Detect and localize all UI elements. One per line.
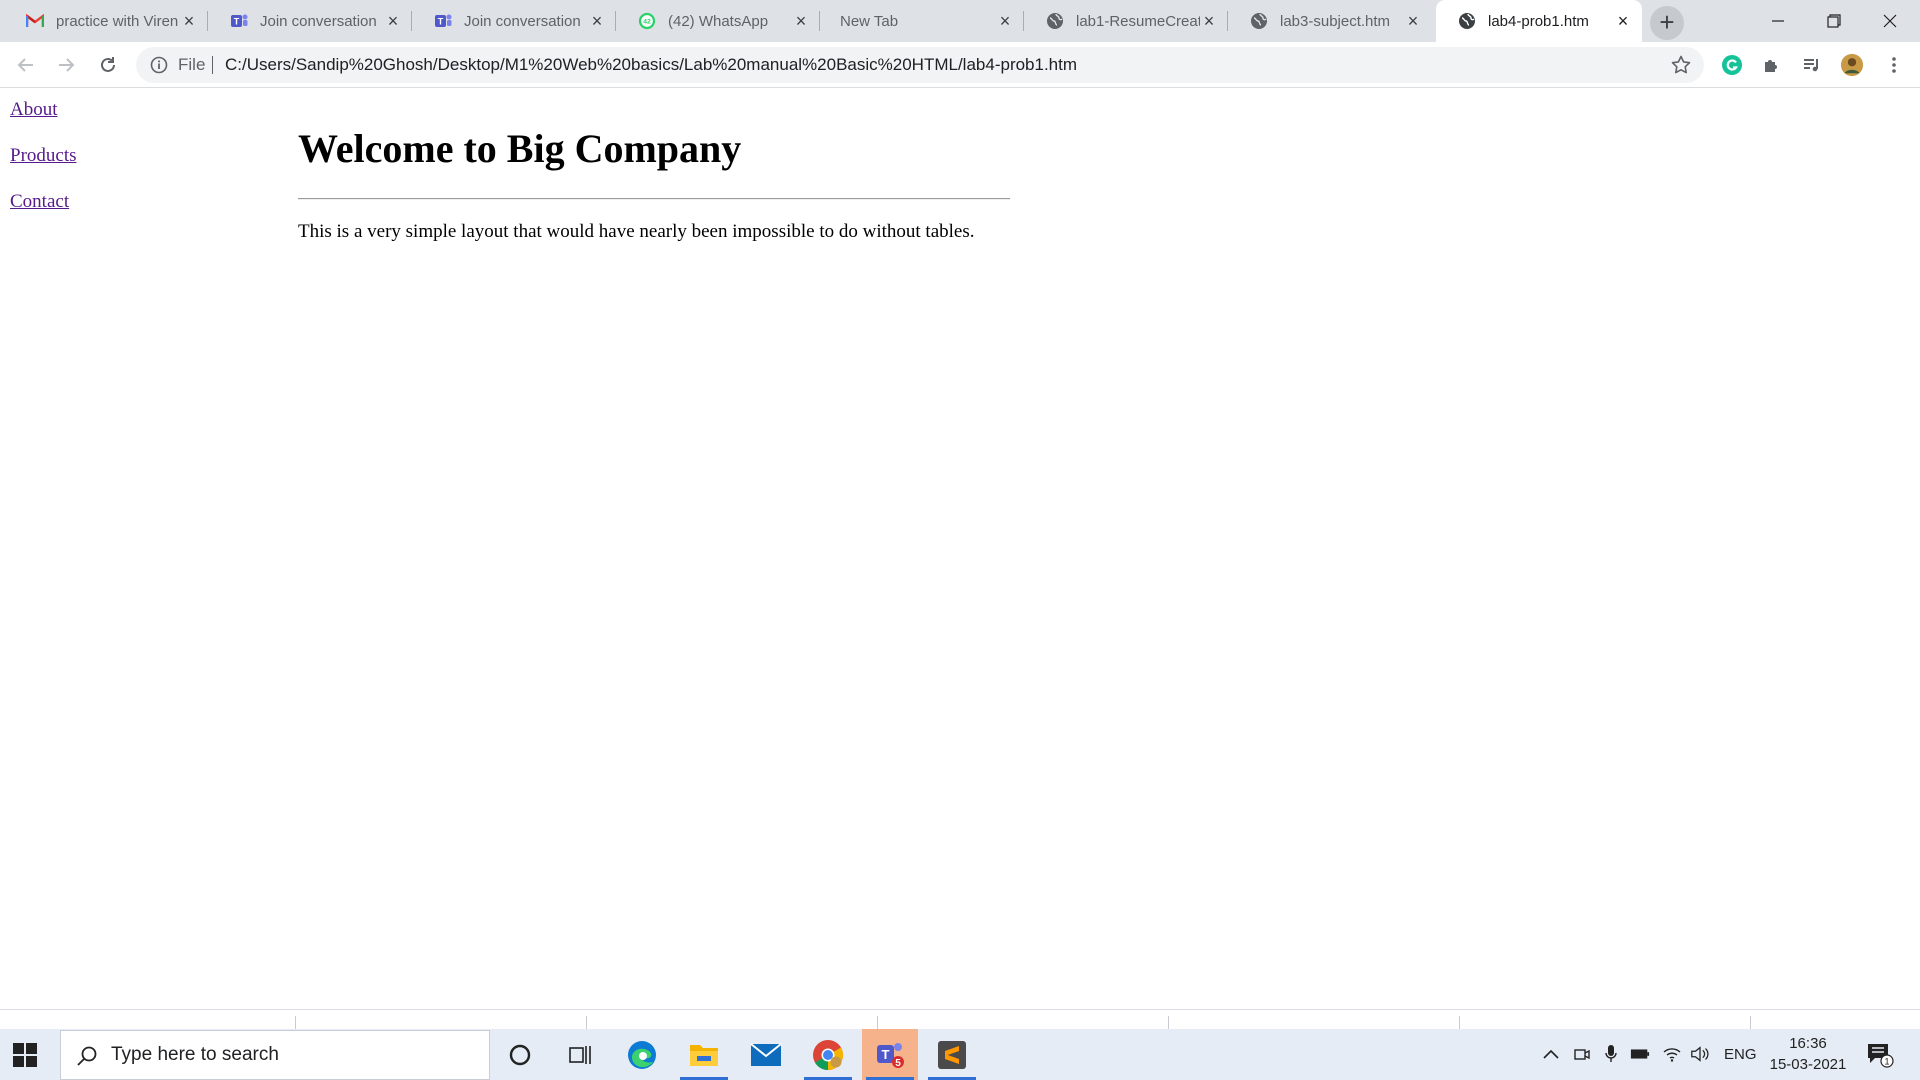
back-button[interactable]	[10, 49, 42, 81]
task-view-button[interactable]	[552, 1029, 608, 1080]
close-icon[interactable]: ×	[1200, 12, 1218, 30]
close-icon[interactable]: ×	[180, 12, 198, 30]
url-text[interactable]: C:/Users/Sandip%20Ghosh/Desktop/M1%20Web…	[225, 47, 1077, 83]
meet-now-icon[interactable]	[1572, 1044, 1592, 1064]
bookmark-star-icon[interactable]	[1670, 54, 1692, 76]
chrome-app[interactable]	[800, 1029, 856, 1080]
info-icon[interactable]	[150, 56, 168, 74]
nav-link-about[interactable]: About	[10, 99, 58, 121]
new-tab-button[interactable]: +	[1650, 6, 1684, 40]
tab-strip: practice with Viren × T Join conversatio…	[0, 0, 1920, 42]
teams-badge: 5	[895, 1058, 901, 1069]
mail-app[interactable]	[738, 1029, 794, 1080]
forward-button[interactable]	[50, 49, 82, 81]
svg-text:T: T	[234, 17, 240, 27]
windows-start-icon[interactable]	[12, 1042, 38, 1068]
clock-date: 15-03-2021	[1769, 1056, 1847, 1073]
tab-new-tab[interactable]: New Tab ×	[820, 0, 1024, 42]
svg-text:T: T	[438, 17, 444, 27]
tab-whatsapp[interactable]: 42 (42) WhatsApp ×	[616, 0, 820, 42]
svg-text:42: 42	[643, 19, 651, 26]
close-icon[interactable]: ×	[384, 12, 402, 30]
gmail-icon	[26, 12, 44, 30]
microphone-icon[interactable]	[1601, 1044, 1621, 1064]
reload-icon	[101, 57, 115, 72]
body-paragraph: This is a very simple layout that would …	[298, 221, 975, 242]
tab-gmail[interactable]: practice with Viren ×	[4, 0, 208, 42]
clock[interactable]: 16:36 15-03-2021	[1762, 1033, 1854, 1075]
notification-count: 1	[1884, 1057, 1889, 1067]
profile-avatar-icon[interactable]	[1840, 53, 1864, 77]
tab-lab4-active[interactable]: lab4-prob1.htm ×	[1436, 0, 1642, 42]
nav-link-products[interactable]: Products	[10, 145, 77, 167]
tab-teams-1[interactable]: T Join conversation ×	[208, 0, 412, 42]
cortana-button[interactable]	[492, 1029, 548, 1080]
more-menu-icon[interactable]	[1882, 53, 1906, 77]
close-icon[interactable]: ×	[792, 12, 810, 30]
address-bar[interactable]: File C:/Users/Sandip%20Ghosh/Desktop/M1%…	[136, 47, 1704, 83]
cortana-circle-icon	[509, 1044, 531, 1065]
tab-lab1[interactable]: lab1-ResumeCreat ×	[1024, 0, 1228, 42]
tab-teams-2[interactable]: T Join conversation ×	[412, 0, 616, 42]
sublime-app[interactable]	[924, 1029, 980, 1080]
taskbar-search-box[interactable]: Type here to search	[60, 1030, 490, 1080]
volume-icon[interactable]	[1690, 1044, 1710, 1064]
action-center-icon[interactable]: 1	[1866, 1042, 1894, 1068]
sublime-text-icon	[938, 1040, 966, 1069]
tab-title: New Tab	[840, 12, 899, 30]
task-view-icon	[569, 1045, 591, 1064]
close-icon[interactable]: ×	[1404, 12, 1422, 30]
tab-title: (42) WhatsApp	[668, 12, 769, 30]
globe-icon	[1046, 12, 1064, 30]
nav-link-contact[interactable]: Contact	[10, 191, 69, 213]
file-explorer-app[interactable]	[676, 1029, 732, 1080]
teams-icon: T5	[877, 1042, 904, 1069]
restore-button[interactable]	[1806, 0, 1862, 42]
whatsapp-icon: 42	[638, 12, 656, 30]
scheme-label: File	[178, 55, 206, 74]
tab-lab3[interactable]: lab3-subject.htm ×	[1228, 0, 1432, 42]
globe-icon	[1458, 12, 1476, 30]
clock-time: 16:36	[1789, 1035, 1827, 1052]
teams-app[interactable]: T5	[862, 1029, 918, 1080]
arrow-left-icon	[17, 58, 33, 72]
battery-icon[interactable]	[1630, 1044, 1650, 1064]
reload-button[interactable]	[92, 49, 124, 81]
browser-toolbar: File C:/Users/Sandip%20Ghosh/Desktop/M1%…	[0, 42, 1920, 88]
chevron-up-icon[interactable]	[1541, 1044, 1561, 1064]
teams-icon: T	[230, 12, 248, 30]
tab-title: practice with Viren	[56, 12, 179, 30]
close-window-button[interactable]	[1862, 0, 1918, 42]
arrow-right-icon	[59, 58, 75, 72]
search-placeholder: Type here to search	[111, 1044, 279, 1065]
minimize-button[interactable]	[1750, 0, 1806, 42]
tab-title: Join conversation	[260, 12, 377, 30]
edge-icon	[628, 1040, 656, 1069]
folder-icon	[690, 1044, 718, 1066]
grammarly-icon[interactable]	[1720, 53, 1744, 77]
close-icon[interactable]: ×	[996, 12, 1014, 30]
wifi-icon[interactable]	[1662, 1044, 1682, 1064]
tab-title: lab4-prob1.htm	[1488, 12, 1589, 30]
taskbar: Type here to search T5 ENG 16:36 15-03-2…	[0, 1029, 1920, 1080]
page-heading: Welcome to Big Company	[298, 126, 742, 171]
edge-app[interactable]	[614, 1029, 670, 1080]
teams-icon: T	[434, 12, 452, 30]
tab-title: lab3-subject.htm	[1280, 12, 1391, 30]
extensions-puzzle-icon[interactable]	[1760, 53, 1784, 77]
page-viewport: About Products Contact Welcome to Big Co…	[0, 89, 1920, 1009]
taskbar-thumbnail-strip	[0, 1009, 1920, 1030]
close-icon[interactable]: ×	[588, 12, 606, 30]
tab-title: Join conversation	[464, 12, 581, 30]
mail-icon	[750, 1042, 782, 1066]
chrome-icon	[813, 1039, 844, 1070]
horizontal-rule	[298, 198, 1010, 200]
search-icon	[75, 1044, 99, 1068]
svg-text:T: T	[882, 1047, 890, 1062]
media-queue-icon[interactable]	[1800, 53, 1824, 77]
close-icon[interactable]: ×	[1614, 12, 1632, 30]
tab-title: lab1-ResumeCreat	[1076, 12, 1200, 30]
language-indicator[interactable]: ENG	[1724, 1029, 1757, 1080]
globe-icon	[1250, 12, 1268, 30]
